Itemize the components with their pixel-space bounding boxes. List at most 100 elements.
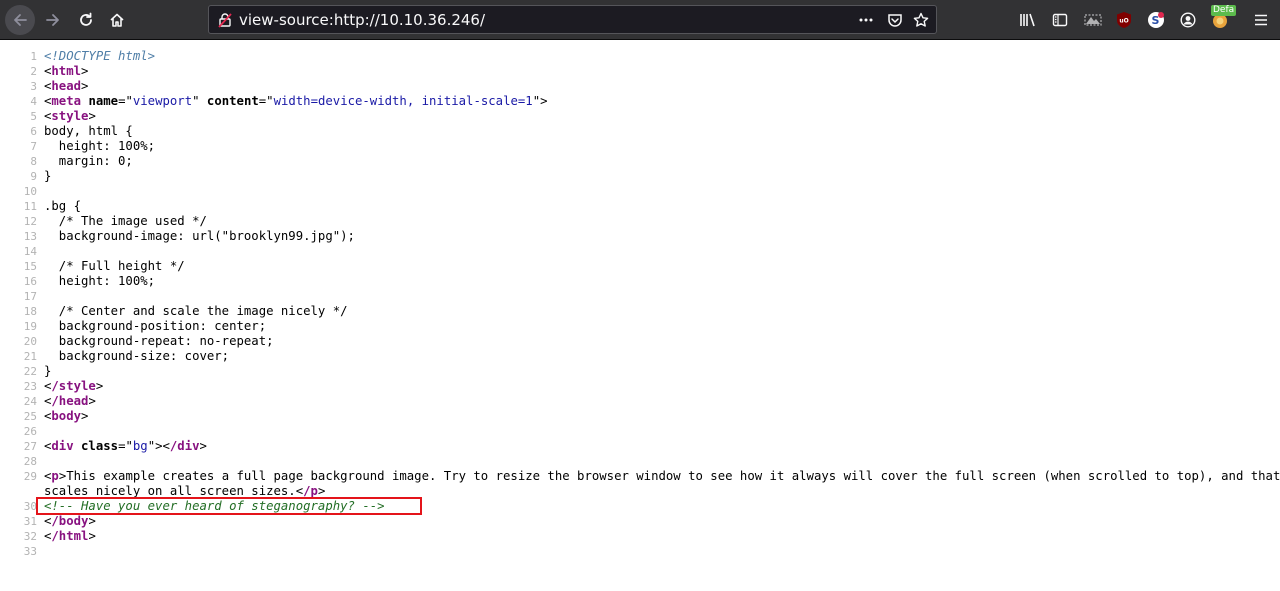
line-number: 10 — [23, 185, 37, 198]
line-code: height: 100%; — [44, 139, 156, 153]
line-code: body, html { — [44, 124, 133, 138]
line-number: 20 — [23, 335, 37, 348]
line-code: </style> — [44, 379, 104, 393]
line-number: 8 — [30, 155, 37, 168]
menu-icon[interactable] — [1251, 10, 1271, 30]
browser-toolbar: view-source:http://10.10.36.246/ uO S De… — [0, 0, 1280, 40]
line-code: background-position: center; — [44, 319, 267, 333]
bookmark-star-icon[interactable] — [911, 10, 931, 30]
line-number: 19 — [23, 320, 37, 333]
source-line: 3 <head> — [0, 79, 1280, 94]
sidebar-icon[interactable] — [1050, 10, 1070, 30]
line-code: <p>This example creates a full page back… — [44, 469, 1280, 483]
lock-icon[interactable] — [217, 12, 233, 32]
ublock-icon[interactable]: uO — [1114, 10, 1134, 30]
account-icon[interactable] — [1178, 10, 1198, 30]
line-number: 3 — [30, 80, 37, 93]
line-number: 15 — [23, 260, 37, 273]
line-code: } — [44, 364, 52, 378]
line-code: <style> — [44, 109, 96, 123]
extension-s-icon[interactable]: S — [1146, 10, 1166, 30]
source-line: 25 <body> — [0, 409, 1280, 424]
source-line: 22} — [0, 364, 1280, 379]
source-line: 21 background-size: cover; — [0, 349, 1280, 364]
source-line: 6 body, html { — [0, 124, 1280, 139]
pocket-icon[interactable] — [885, 10, 905, 30]
line-code: </head> — [44, 394, 96, 408]
view-source-content: 1 <!DOCTYPE html> 2 <html> 3 <head> 4 <meta nam… — [0, 49, 1280, 559]
source-line: 9} — [0, 169, 1280, 184]
line-number: 18 — [23, 305, 37, 318]
page-actions-icon[interactable] — [856, 10, 876, 30]
source-line: 18 /* Center and scale the image nicely … — [0, 304, 1280, 319]
line-number: 27 — [23, 440, 37, 453]
source-line: 8 margin: 0; — [0, 154, 1280, 169]
line-code: } — [44, 169, 52, 183]
source-line: 1 <!DOCTYPE html> — [0, 49, 1280, 64]
line-code: .bg { — [44, 199, 82, 213]
line-number: 1 — [30, 50, 37, 63]
line-code: /* Center and scale the image nicely */ — [44, 304, 348, 318]
line-number: 12 — [23, 215, 37, 228]
url-text[interactable]: view-source:http://10.10.36.246/ — [239, 11, 485, 29]
source-line: 12 /* The image used */ — [0, 214, 1280, 229]
line-code: <meta name="viewport" content="width=dev… — [44, 94, 548, 108]
line-code: <head> — [44, 79, 89, 93]
back-button[interactable] — [5, 5, 35, 35]
source-line: 28 — [0, 454, 1280, 469]
line-number: 24 — [23, 395, 37, 408]
line-number: 30 — [23, 500, 37, 513]
source-line: 33 — [0, 544, 1280, 559]
forward-button[interactable] — [38, 5, 68, 35]
screenshot-icon[interactable] — [1083, 10, 1103, 30]
reload-icon — [80, 12, 92, 26]
line-code: </body> — [44, 514, 96, 528]
line-code: <!DOCTYPE html> — [44, 49, 156, 63]
line-number: 4 — [30, 95, 37, 108]
reload-button[interactable] — [71, 5, 101, 35]
source-line: 15 /* Full height */ — [0, 259, 1280, 274]
source-line: 5 <style> — [0, 109, 1280, 124]
home-icon — [110, 13, 124, 27]
line-number: 2 — [30, 65, 37, 78]
back-icon — [14, 14, 27, 26]
line-number: 33 — [23, 545, 37, 558]
source-line: 26 — [0, 424, 1280, 439]
source-line: 4 <meta name="viewport" content="width=de… — [0, 94, 1280, 109]
line-number: 13 — [23, 230, 37, 243]
extension-badge: Defa — [1211, 5, 1237, 16]
line-number: 11 — [23, 200, 37, 213]
line-code: margin: 0; — [44, 154, 133, 168]
line-code: <html> — [44, 64, 89, 78]
source-line: 29 <p>This example creates a full page ba… — [0, 469, 1280, 484]
line-number: 14 — [23, 245, 37, 258]
source-line: 14 — [0, 244, 1280, 259]
forward-icon — [46, 14, 59, 26]
line-number: 7 — [30, 140, 37, 153]
source-line: 24 </head> — [0, 394, 1280, 409]
line-code: /* The image used */ — [44, 214, 207, 228]
line-number: 5 — [30, 110, 37, 123]
source-line: 17 — [0, 289, 1280, 304]
source-line: 31 </body> — [0, 514, 1280, 529]
line-code: </html> — [44, 529, 96, 543]
source-line: 11 .bg { — [0, 199, 1280, 214]
line-number: 26 — [23, 425, 37, 438]
source-line: 13 background-image: url("brooklyn99.jpg… — [0, 229, 1280, 244]
line-number: 23 — [23, 380, 37, 393]
line-code: <body> — [44, 409, 89, 423]
source-line: 19 background-position: center; — [0, 319, 1280, 334]
line-code: background-image: url("brooklyn99.jpg"); — [44, 229, 355, 243]
source-line: 32 </html> — [0, 529, 1280, 544]
source-line: 10 — [0, 184, 1280, 199]
home-button[interactable] — [102, 5, 132, 35]
line-number: 28 — [23, 455, 37, 468]
library-icon[interactable] — [1018, 10, 1038, 30]
source-line: 27 <div class="bg"></div> — [0, 439, 1280, 454]
url-bar[interactable]: view-source:http://10.10.36.246/ — [208, 5, 937, 34]
line-code: height: 100%; — [44, 274, 156, 288]
line-number: 16 — [23, 275, 37, 288]
source-line: 16 height: 100%; — [0, 274, 1280, 289]
line-code: /* Full height */ — [44, 259, 185, 273]
line-number: 17 — [23, 290, 37, 303]
